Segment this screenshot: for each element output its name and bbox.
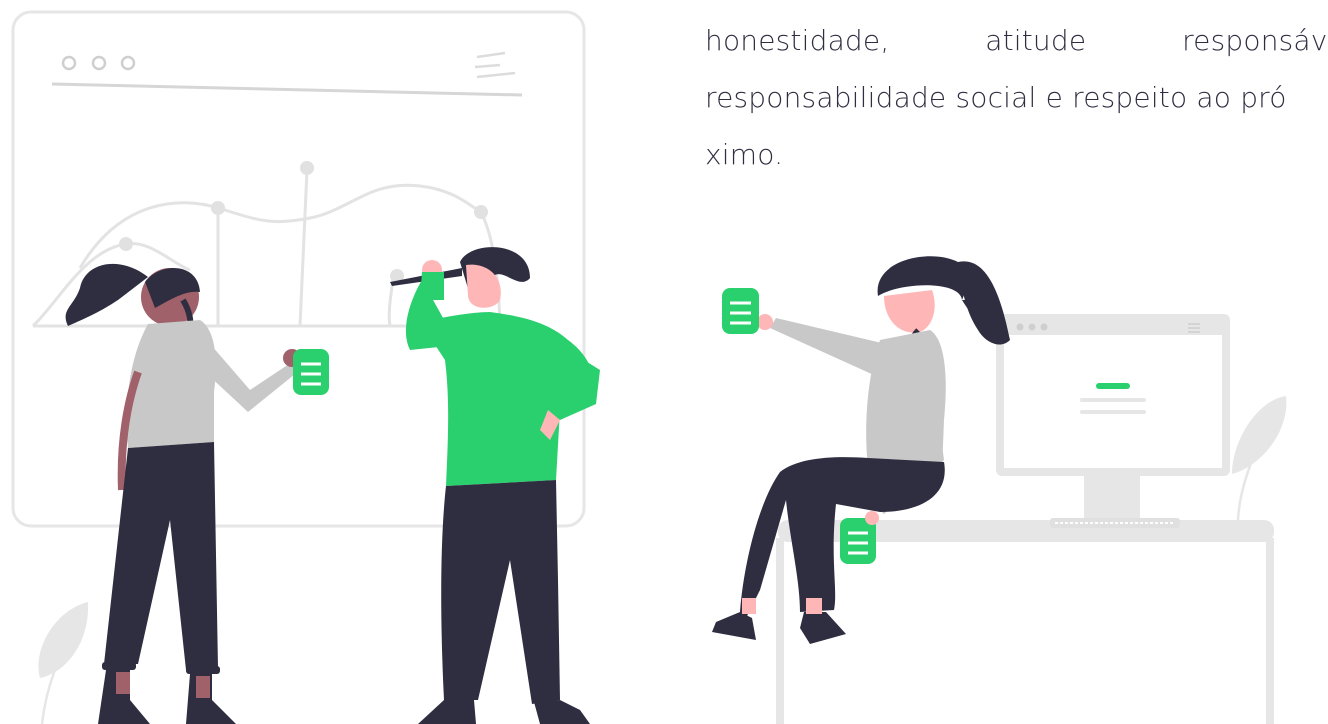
desk-illustration [712, 256, 1287, 724]
man-figure-green-shirt [390, 247, 600, 724]
woman-figure-left [65, 263, 329, 724]
desk-leg-right [1266, 538, 1274, 724]
leaf-plant-right [1232, 396, 1287, 521]
note-card-icon [722, 288, 759, 334]
window-dots-icon [61, 55, 136, 71]
note-card-icon [840, 518, 876, 564]
note-card-icon [293, 349, 329, 395]
leaf-plant-left [38, 602, 89, 724]
whiteboard-illustration [11, 10, 600, 724]
monitor-icon [996, 314, 1230, 528]
header-divider [51, 82, 523, 97]
woman-figure-sitting [712, 256, 1010, 644]
illustration-scene [11, 10, 1287, 724]
hamburger-icon [474, 51, 516, 79]
desk-leg-left [776, 538, 784, 724]
